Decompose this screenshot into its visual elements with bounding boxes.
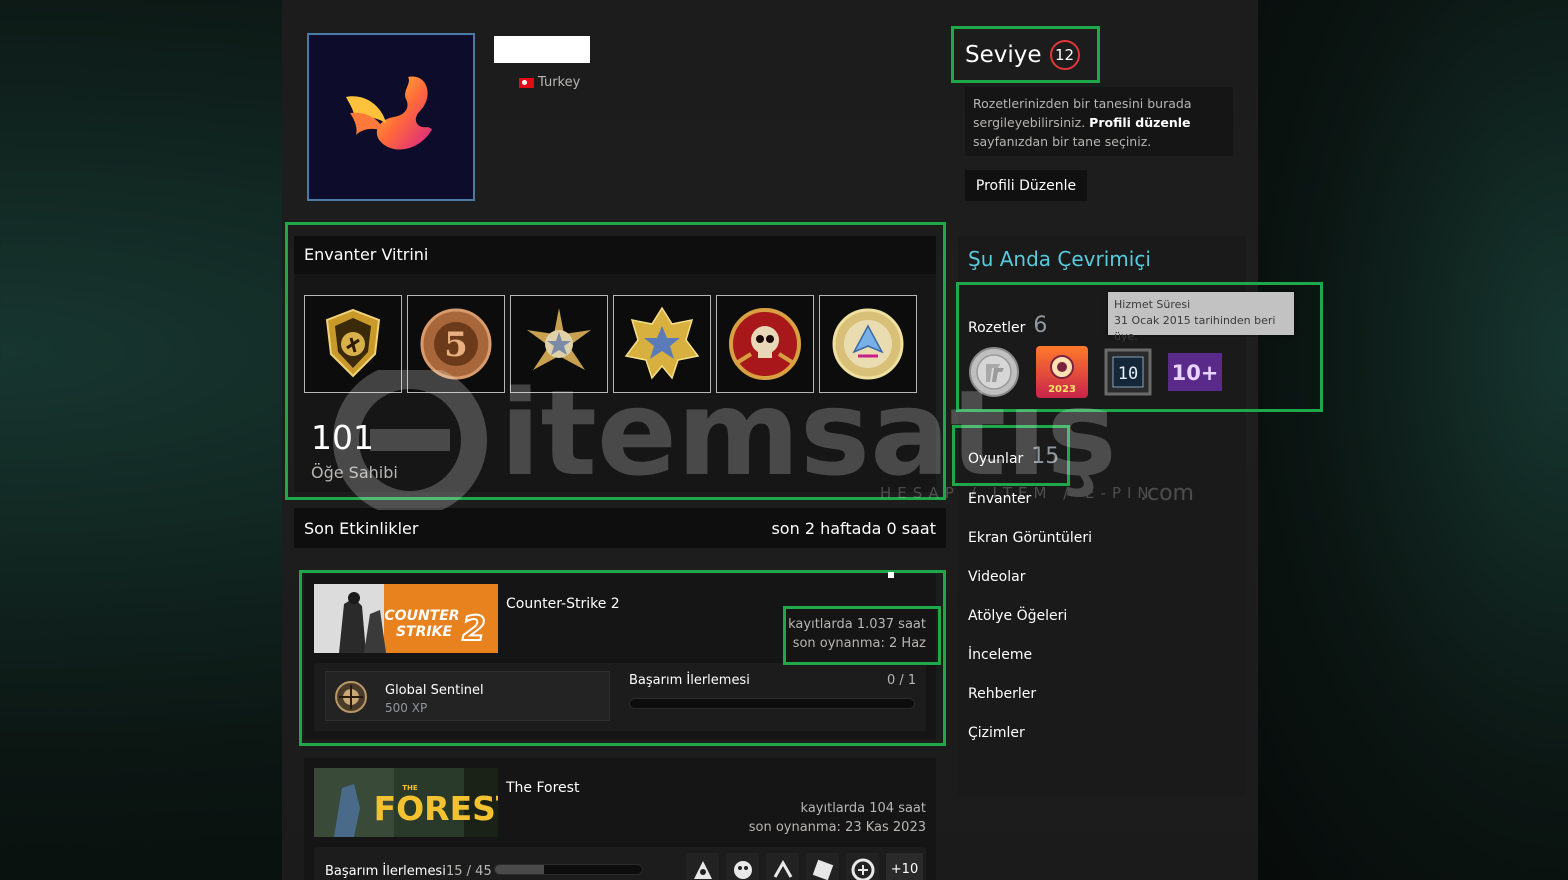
games-header[interactable]: Oyunlar 15 [968,444,1059,469]
profile-name-redacted [494,36,590,63]
diamond-operation-coin-icon [832,308,904,380]
showcase-item[interactable] [510,295,608,393]
nav-item-videos[interactable]: Videolar [968,567,1092,606]
online-status: Şu Anda Çevrimiçi [968,247,1151,271]
cs2-last-played: son oynanma: 2 Haz [792,636,926,651]
turkey-flag-icon [519,77,534,88]
cs2-capsule[interactable]: COUNTER STRIKE 2 [314,584,498,653]
nav-item-inventory[interactable]: Envanter [968,489,1092,528]
badge-hint-text-end: sayfanızdan bir tane seçiniz. [973,134,1152,149]
forest-title[interactable]: The Forest [506,780,579,796]
tooltip-title: Hizmet Süresi [1114,298,1191,311]
showcase-item[interactable] [716,295,814,393]
badges-label[interactable]: Rozetler [968,320,1025,336]
achievement-icon[interactable] [846,853,879,880]
tooltip-text: 31 Ocak 2015 tarihinden beri üye. [1114,314,1276,343]
badges-header[interactable]: Rozetler 6 [968,313,1047,338]
badge-10-label: 10 [1118,364,1138,384]
cs2-capsule-line2: STRIKE [396,624,452,640]
cs-veteran-coin-icon [325,308,381,378]
forest-capsule-title: FOREST [374,789,498,828]
nav-item-guides[interactable]: Rehberler [968,684,1092,723]
forest-stats: kayıtlarda 104 saat son oynanma: 23 Kas … [749,799,926,837]
level-badge[interactable]: 12 [1049,40,1080,70]
more-achievements-button[interactable]: +10 [886,853,923,880]
level-10-badge-icon[interactable]: 10 [1104,348,1152,400]
achievement-icon[interactable] [726,853,759,880]
global-sentinel-icon [333,679,369,719]
badge-tenplus-label: 10+ [1172,361,1219,385]
cs2-progress-title: Başarım İlerlemesi [629,673,750,688]
forest-hours: kayıtlarda 104 saat [800,801,926,816]
forest-progress-fill [495,865,544,874]
badges-count: 6 [1033,313,1048,338]
showcase-items: 5 [304,295,917,393]
service-medal-star-icon [527,308,591,370]
five-year-veteran-coin-icon: 5 [420,308,492,380]
badge-tooltip: Hizmet Süresi 31 Ocak 2015 tarihinden be… [1108,292,1294,343]
achievement-icon[interactable] [686,853,719,880]
achievement-icon[interactable] [806,853,839,880]
forest-capsule[interactable]: THE FOREST [314,768,498,837]
nav-item-workshop[interactable]: Atölye Öğeleri [968,606,1092,645]
profile-nav: Envanter Ekran Görüntüleri Videolar Atöl… [968,489,1092,762]
global-general-medal-icon [624,306,700,380]
country-label: Turkey [538,75,581,90]
forest-achievement-icons: +10 [686,853,923,880]
nav-item-artwork[interactable]: Çizimler [968,723,1092,762]
cs2-stats: kayıtlarda 1.037 saat son oynanma: 2 Haz [788,615,926,653]
achievement-name: Global Sentinel [385,683,484,698]
skull-operation-coin-icon [729,308,801,380]
level-section: Seviye 12 [965,40,1080,70]
cs2-progress-bar [629,698,915,709]
cs2-capsule-line1: COUNTER [384,608,459,624]
nav-item-screenshots[interactable]: Ekran Görüntüleri [968,528,1092,567]
background-right [1258,0,1568,880]
showcase-item[interactable] [613,295,711,393]
cursor-dot [888,572,894,578]
recent-activity-summary: son 2 haftada 0 saat [771,518,936,538]
showcase-title: Envanter Vitrini [294,236,936,274]
service-years-badge-icon[interactable] [968,346,1020,402]
nav-item-reviews[interactable]: İnceleme [968,645,1092,684]
ten-plus-badge-icon[interactable]: 10+ [1167,352,1223,396]
games-label[interactable]: Oyunlar [968,451,1023,467]
edit-profile-button[interactable]: Profili Düzenle [965,170,1087,201]
recent-activity-header: Son Etkinlikler son 2 haftada 0 saat [294,508,946,548]
showcase-item[interactable] [819,295,917,393]
games-count: 15 [1031,444,1060,469]
badge-2023-label: 2023 [1048,384,1076,395]
achievement-xp: 500 XP [385,701,428,715]
level-title: Seviye [965,42,1042,68]
inventory-count: 101 [311,418,374,457]
edit-profile-link[interactable]: Profili düzenle [1089,115,1190,130]
cs2-capsule-number: 2 [462,609,486,649]
steam-2023-badge-icon[interactable]: 2023 [1035,345,1089,403]
inventory-count-label: Öğe Sahibi [311,463,398,482]
cs2-title[interactable]: Counter-Strike 2 [506,596,620,612]
badge-list: 2023 10 10+ [968,345,1223,403]
forest-progress-title: Başarım İlerlemesi [325,864,446,879]
avatar[interactable] [307,33,475,201]
showcase-item[interactable] [304,295,402,393]
forest-progress-bar [494,864,643,875]
showcase-item[interactable]: 5 [407,295,505,393]
recent-activity-title: Son Etkinlikler [304,518,419,538]
forest-progress-value: 15 / 45 [446,864,492,879]
forest-last-played: son oynanma: 23 Kas 2023 [748,820,926,835]
cs2-progress-value: 0 / 1 [887,673,917,688]
coin-five-label: 5 [444,325,468,365]
profile-country: Turkey [519,75,580,90]
badge-hint: Rozetlerinizden bir tanesini burada serg… [965,87,1233,156]
achievement-icon[interactable] [766,853,799,880]
cs2-hours: kayıtlarda 1.037 saat [788,617,926,632]
swan-logo-icon [346,76,432,150]
